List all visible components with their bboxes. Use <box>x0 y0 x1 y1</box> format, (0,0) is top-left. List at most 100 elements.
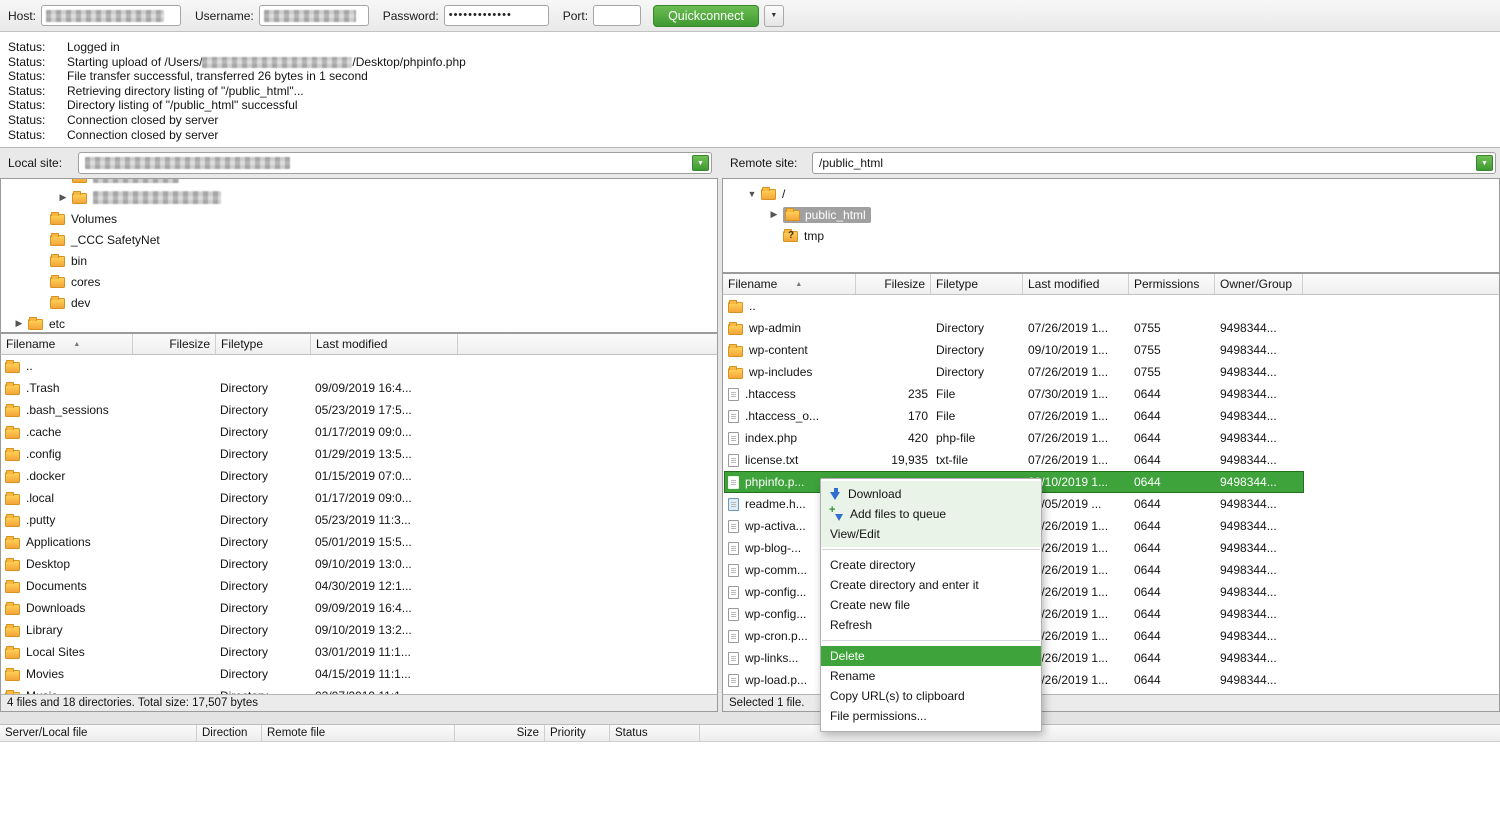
tree-item-volumes[interactable]: Volumes <box>1 208 717 229</box>
column-header-filler <box>1303 274 1499 294</box>
cell-type: Directory <box>216 663 311 685</box>
file-row-music[interactable]: MusicDirectory03/07/2019 11:1... <box>1 685 717 694</box>
tree-item-bin[interactable]: bin <box>1 250 717 271</box>
column-header-filesize[interactable]: Filesize <box>133 334 216 354</box>
file-name: .htaccess_o... <box>745 409 819 423</box>
file-icon <box>728 542 739 555</box>
menu-item-create-directory[interactable]: Create directory <box>821 555 1041 575</box>
folder-icon <box>785 210 800 221</box>
tree-item-public-html[interactable]: ▶public_html <box>723 204 1499 225</box>
remote-site-dropdown-button[interactable]: ▼ <box>1476 155 1493 171</box>
pane-splitter[interactable] <box>0 712 1500 724</box>
queue-column-status[interactable]: Status <box>610 725 700 741</box>
file-row-library[interactable]: LibraryDirectory09/10/2019 13:2... <box>1 619 717 641</box>
menu-group: Create directoryCreate directory and ent… <box>821 552 1041 638</box>
menu-item-rename[interactable]: Rename <box>821 666 1041 686</box>
disclosure-collapsed-icon[interactable]: ▶ <box>14 318 24 329</box>
column-header-last-modified[interactable]: Last modified <box>1023 274 1129 294</box>
remote-site-combo[interactable]: /public_html ▼ <box>812 152 1496 174</box>
folder-icon <box>28 319 43 330</box>
tree-item-ccc-safetynet[interactable]: _CCC SafetyNet <box>1 229 717 250</box>
queue-column-server-local-file[interactable]: Server/Local file <box>0 725 197 741</box>
folder-icon <box>761 189 776 200</box>
host-input[interactable] <box>41 5 181 26</box>
file-icon <box>728 388 739 401</box>
cell-perms: 0644 <box>1130 493 1216 515</box>
tree-item-item[interactable]: ▼/ <box>723 183 1499 204</box>
queue-column-priority[interactable]: Priority <box>545 725 610 741</box>
quickconnect-dropdown-button[interactable]: ▼ <box>764 5 784 27</box>
file-row-movies[interactable]: MoviesDirectory04/15/2019 11:1... <box>1 663 717 685</box>
column-header-last-modified[interactable]: Last modified <box>311 334 458 354</box>
file-row-htaccess-o[interactable]: .htaccess_o...170File07/26/2019 1...0644… <box>724 405 1304 427</box>
file-row-config[interactable]: .configDirectory01/29/2019 13:5... <box>1 443 717 465</box>
column-header-owner-group[interactable]: Owner/Group <box>1215 274 1303 294</box>
cell-owner <box>1216 295 1304 317</box>
password-input[interactable]: ••••••••••••• <box>444 5 549 26</box>
menu-item-create-directory-and-enter-it[interactable]: Create directory and enter it <box>821 575 1041 595</box>
cell-name: .config <box>1 443 133 465</box>
file-row-bash-sessions[interactable]: .bash_sessionsDirectory05/23/2019 17:5..… <box>1 399 717 421</box>
tree-item-dev[interactable]: dev <box>1 292 717 313</box>
file-row-local-sites[interactable]: Local SitesDirectory03/01/2019 11:1... <box>1 641 717 663</box>
menu-item-copy-url-s-to-clipboard[interactable]: Copy URL(s) to clipboard <box>821 686 1041 706</box>
folder-icon <box>5 516 20 527</box>
cell-size <box>133 619 216 641</box>
column-header-permissions[interactable]: Permissions <box>1129 274 1215 294</box>
disclosure-expanded-icon[interactable]: ▼ <box>747 189 757 199</box>
tree-item-tmp[interactable]: tmp <box>723 225 1499 246</box>
file-row-htaccess[interactable]: .htaccess235File07/30/2019 1...064494983… <box>724 383 1304 405</box>
menu-group: DownloadAdd files to queueView/Edit <box>821 481 1041 547</box>
username-input[interactable] <box>259 5 369 26</box>
file-row-downloads[interactable]: DownloadsDirectory09/09/2019 16:4... <box>1 597 717 619</box>
file-row-item[interactable]: .. <box>1 355 717 377</box>
file-row-docker[interactable]: .dockerDirectory01/15/2019 07:0... <box>1 465 717 487</box>
file-row-index-php[interactable]: index.php420php-file07/26/2019 1...06449… <box>724 427 1304 449</box>
file-row-putty[interactable]: .puttyDirectory05/23/2019 11:3... <box>1 509 717 531</box>
file-row-cache[interactable]: .cacheDirectory01/17/2019 09:0... <box>1 421 717 443</box>
menu-item-add-files-to-queue[interactable]: Add files to queue <box>821 504 1041 524</box>
file-row-trash[interactable]: .TrashDirectory09/09/2019 16:4... <box>1 377 717 399</box>
folder-icon <box>5 538 20 549</box>
status-line: Status:Retrieving directory listing of "… <box>8 84 1500 99</box>
tree-item-cores[interactable]: cores <box>1 271 717 292</box>
menu-item-delete[interactable]: Delete <box>821 646 1041 666</box>
queue-column-direction[interactable]: Direction <box>197 725 262 741</box>
file-row-item[interactable]: .. <box>724 295 1304 317</box>
disclosure-collapsed-icon[interactable]: ▶ <box>769 209 779 220</box>
column-header-filetype[interactable]: Filetype <box>216 334 311 354</box>
tree-item-redacted[interactable] <box>1 178 717 187</box>
file-row-license-txt[interactable]: license.txt19,935txt-file07/26/2019 1...… <box>724 449 1304 471</box>
file-row-local[interactable]: .localDirectory01/17/2019 09:0... <box>1 487 717 509</box>
file-row-desktop[interactable]: DesktopDirectory09/10/2019 13:0... <box>1 553 717 575</box>
file-row-wp-includes[interactable]: wp-includesDirectory07/26/2019 1...07559… <box>724 361 1304 383</box>
quickconnect-button[interactable]: Quickconnect <box>653 5 759 27</box>
queue-column-remote-file[interactable]: Remote file <box>262 725 455 741</box>
redacted-username <box>264 10 356 22</box>
cell-name: Desktop <box>1 553 133 575</box>
file-icon <box>728 454 739 467</box>
menu-item-file-permissions[interactable]: File permissions... <box>821 706 1041 726</box>
file-row-wp-content[interactable]: wp-contentDirectory09/10/2019 1...075594… <box>724 339 1304 361</box>
cell-owner: 9498344... <box>1216 603 1304 625</box>
local-site-combo[interactable]: ▼ <box>78 152 712 174</box>
tree-item-redacted[interactable]: ▶ <box>1 187 717 208</box>
menu-item-view-edit[interactable]: View/Edit <box>821 524 1041 544</box>
menu-item-refresh[interactable]: Refresh <box>821 615 1041 635</box>
column-header-filename[interactable]: Filename▲ <box>1 334 133 354</box>
disclosure-collapsed-icon[interactable]: ▶ <box>58 192 68 203</box>
menu-item-download[interactable]: Download <box>821 484 1041 504</box>
local-site-dropdown-button[interactable]: ▼ <box>692 155 709 171</box>
file-row-documents[interactable]: DocumentsDirectory04/30/2019 12:1... <box>1 575 717 597</box>
tree-item-etc[interactable]: ▶etc <box>1 313 717 333</box>
file-row-applications[interactable]: ApplicationsDirectory05/01/2019 15:5... <box>1 531 717 553</box>
folder-icon <box>5 450 20 461</box>
file-row-wp-admin[interactable]: wp-adminDirectory07/26/2019 1...07559498… <box>724 317 1304 339</box>
port-input[interactable] <box>593 5 641 26</box>
menu-item-create-new-file[interactable]: Create new file <box>821 595 1041 615</box>
column-header-filetype[interactable]: Filetype <box>931 274 1023 294</box>
column-header-filesize[interactable]: Filesize <box>856 274 931 294</box>
column-header-filename[interactable]: Filename▲ <box>723 274 856 294</box>
queue-column-size[interactable]: Size <box>455 725 545 741</box>
cell-name: .cache <box>1 421 133 443</box>
